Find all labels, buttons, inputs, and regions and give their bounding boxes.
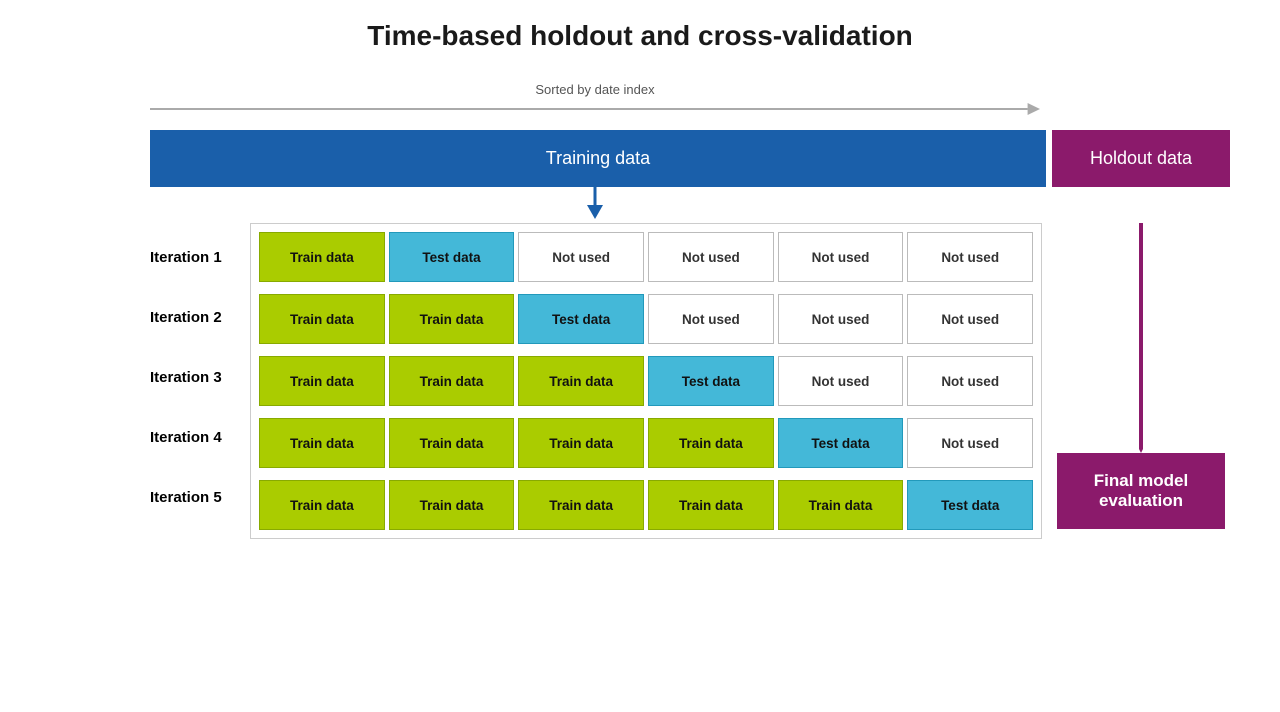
- cell-r1-c6: Not used: [907, 232, 1033, 282]
- cell-r2-c4: Not used: [648, 294, 774, 344]
- cell-r2-c6: Not used: [907, 294, 1033, 344]
- cell-r1-c4: Not used: [648, 232, 774, 282]
- iteration-label-4: Iteration 4: [150, 411, 250, 463]
- training-bar: Training data: [150, 130, 1046, 187]
- page: Time-based holdout and cross-validation …: [0, 0, 1280, 712]
- cell-r4-c4: Train data: [648, 418, 774, 468]
- grid: Train dataTest dataNot usedNot usedNot u…: [250, 223, 1042, 539]
- grid-row-3: Train dataTrain dataTrain dataTest dataN…: [257, 354, 1035, 408]
- right-col: Final model evaluation: [1042, 223, 1230, 529]
- cell-r2-c2: Train data: [389, 294, 515, 344]
- cell-r2-c1: Train data: [259, 294, 385, 344]
- final-eval-box: Final model evaluation: [1057, 453, 1225, 529]
- cell-r5-c5: Train data: [778, 480, 904, 530]
- iteration-label-2: Iteration 2: [150, 291, 250, 343]
- cell-r4-c1: Train data: [259, 418, 385, 468]
- grid-row-4: Train dataTrain dataTrain dataTrain data…: [257, 416, 1035, 470]
- cell-r1-c5: Not used: [778, 232, 904, 282]
- page-title: Time-based holdout and cross-validation: [30, 20, 1250, 52]
- cell-r3-c4: Test data: [648, 356, 774, 406]
- cell-r5-c4: Train data: [648, 480, 774, 530]
- cell-r5-c2: Train data: [389, 480, 515, 530]
- date-label: Sorted by date index: [150, 82, 1040, 97]
- cell-r2-c5: Not used: [778, 294, 904, 344]
- cell-r4-c3: Train data: [518, 418, 644, 468]
- top-bars-row: Training data Holdout data: [150, 130, 1230, 187]
- iteration-label-1: Iteration 1: [150, 231, 250, 283]
- grid-row-1: Train dataTest dataNot usedNot usedNot u…: [257, 230, 1035, 284]
- cell-r4-c6: Not used: [907, 418, 1033, 468]
- iteration-label-5: Iteration 5: [150, 471, 250, 523]
- cell-r2-c3: Test data: [518, 294, 644, 344]
- cell-r3-c3: Train data: [518, 356, 644, 406]
- cell-r3-c1: Train data: [259, 356, 385, 406]
- cell-r4-c2: Train data: [389, 418, 515, 468]
- cell-r4-c5: Test data: [778, 418, 904, 468]
- training-down-arrow: [150, 187, 1040, 219]
- holdout-bar: Holdout data: [1052, 130, 1230, 187]
- cell-r5-c1: Train data: [259, 480, 385, 530]
- cell-r1-c3: Not used: [518, 232, 644, 282]
- iteration-labels: Iteration 1 Iteration 2 Iteration 3 Iter…: [150, 223, 250, 523]
- grid-row-2: Train dataTrain dataTest dataNot usedNot…: [257, 292, 1035, 346]
- grid-section: Iteration 1 Iteration 2 Iteration 3 Iter…: [150, 223, 1230, 539]
- date-arrow: [150, 101, 1040, 122]
- cell-r3-c5: Not used: [778, 356, 904, 406]
- iteration-label-3: Iteration 3: [150, 351, 250, 403]
- cell-r3-c6: Not used: [907, 356, 1033, 406]
- cell-r5-c6: Test data: [907, 480, 1033, 530]
- cell-r1-c2: Test data: [389, 232, 515, 282]
- cell-r3-c2: Train data: [389, 356, 515, 406]
- grid-row-5: Train dataTrain dataTrain dataTrain data…: [257, 478, 1035, 532]
- cell-r1-c1: Train data: [259, 232, 385, 282]
- cell-r5-c3: Train data: [518, 480, 644, 530]
